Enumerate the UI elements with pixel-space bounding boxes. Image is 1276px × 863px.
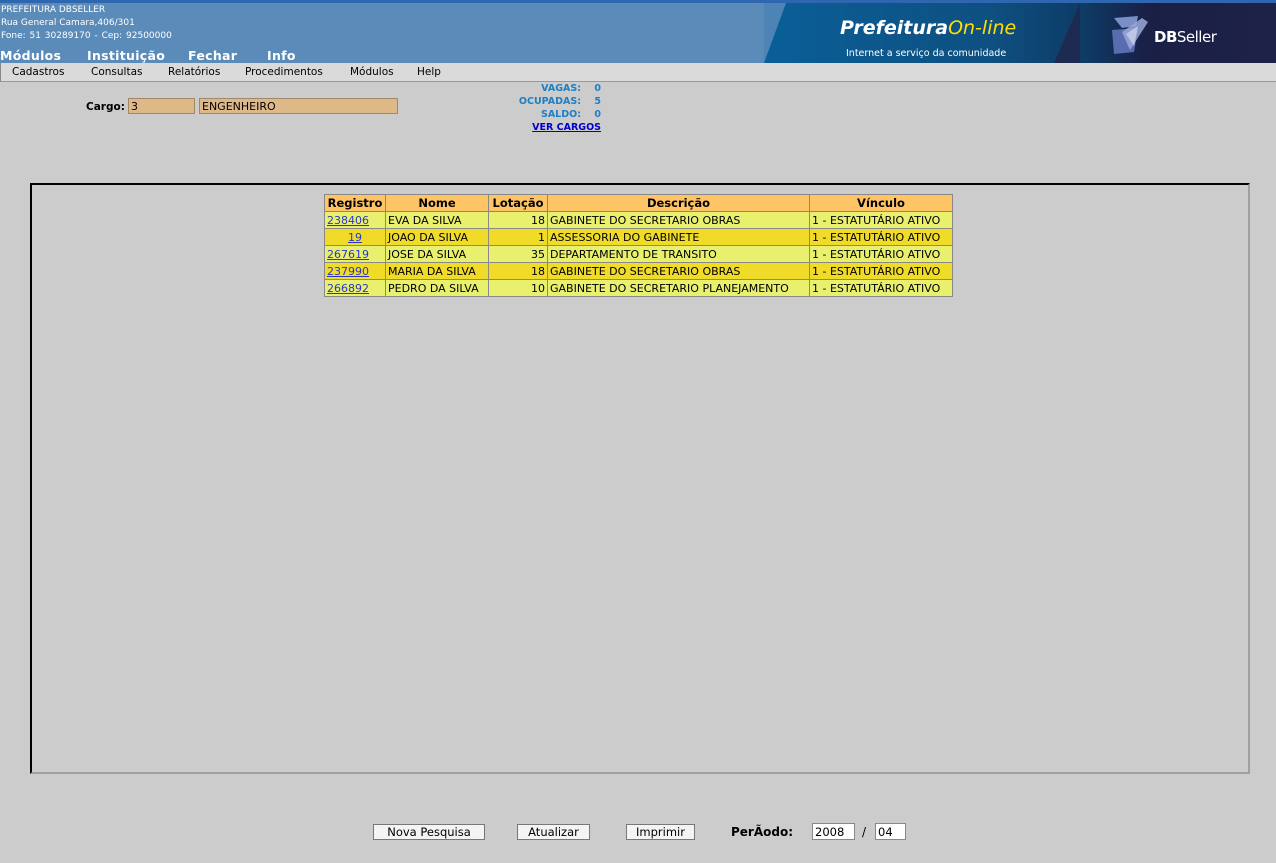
imprimir-button[interactable]: Imprimir bbox=[626, 824, 695, 840]
vinculo-cell: 1 - ESTATUTÁRIO ATIVO bbox=[809, 262, 953, 280]
registro-link[interactable]: 19 bbox=[348, 231, 362, 244]
app-header: PREFEITURA DBSELLER Rua General Camara,4… bbox=[0, 0, 1276, 63]
dbseller-mark-icon bbox=[1112, 16, 1148, 54]
registro-link[interactable]: 238406 bbox=[327, 214, 369, 227]
nome-cell: PEDRO DA SILVA bbox=[385, 279, 489, 297]
cargo-code-input[interactable] bbox=[128, 98, 195, 114]
column-header-descricao: Descrição bbox=[547, 194, 810, 212]
descricao-cell: DEPARTAMENTO DE TRANSITO bbox=[547, 245, 810, 263]
menu-modulos[interactable]: Módulos bbox=[350, 66, 394, 78]
periodo-ano-input[interactable] bbox=[812, 823, 855, 840]
table-row: 267619 JOSE DA SILVA 35 DEPARTAMENTO DE … bbox=[324, 245, 953, 263]
atualizar-button[interactable]: Atualizar bbox=[517, 824, 590, 840]
column-header-nome: Nome bbox=[385, 194, 489, 212]
registro-link[interactable]: 267619 bbox=[327, 248, 369, 261]
menu-consultas[interactable]: Consultas bbox=[91, 66, 142, 78]
nome-cell: EVA DA SILVA bbox=[385, 211, 489, 229]
vinculo-cell: 1 - ESTATUTÁRIO ATIVO bbox=[809, 228, 953, 246]
periodo-mes-input[interactable] bbox=[875, 823, 906, 840]
org-info: PREFEITURA DBSELLER Rua General Camara,4… bbox=[1, 4, 172, 43]
registro-link[interactable]: 237990 bbox=[327, 265, 369, 278]
cargo-label: Cargo: bbox=[86, 101, 125, 113]
descricao-cell: GABINETE DO SECRETARIO OBRAS bbox=[547, 262, 810, 280]
lotacao-cell: 1 bbox=[488, 228, 548, 246]
ocupadas-value: 5 bbox=[594, 96, 601, 107]
descricao-cell: GABINETE DO SECRETARIO PLANEJAMENTO bbox=[547, 279, 810, 297]
ver-cargos-link[interactable]: VER CARGOS bbox=[532, 122, 601, 133]
registro-link[interactable]: 266892 bbox=[327, 282, 369, 295]
org-phone: Fone: 51 30289170 - Cep: 92500000 bbox=[1, 31, 172, 41]
cargo-description-input[interactable] bbox=[199, 98, 398, 114]
table-row: 237990 MARIA DA SILVA 18 GABINETE DO SEC… bbox=[324, 262, 953, 280]
stat-vagas: VAGAS: 0 bbox=[541, 83, 601, 94]
stat-saldo: SALDO: 0 bbox=[540, 109, 601, 120]
column-header-vinculo: Vínculo bbox=[809, 194, 953, 212]
lotacao-cell: 35 bbox=[488, 245, 548, 263]
org-address: Rua General Camara,406/301 bbox=[1, 18, 135, 28]
vinculo-cell: 1 - ESTATUTÁRIO ATIVO bbox=[809, 211, 953, 229]
top-menu-fechar[interactable]: Fechar bbox=[188, 48, 237, 63]
periodo-label: PerÃodo: bbox=[731, 825, 794, 839]
nome-cell: JOAO DA SILVA bbox=[385, 228, 489, 246]
periodo-separator: / bbox=[862, 825, 867, 839]
dbseller-logo: DBSeller bbox=[1108, 12, 1238, 58]
sub-menu-bar: Cadastros Consultas Relatórios Procedime… bbox=[0, 63, 1276, 82]
table-row: 238406 EVA DA SILVA 18 GABINETE DO SECRE… bbox=[324, 211, 953, 229]
column-header-registro: Registro bbox=[324, 194, 386, 212]
nova-pesquisa-button[interactable]: Nova Pesquisa bbox=[373, 824, 485, 840]
prefeitura-online-logo: PrefeituraOn-line bbox=[840, 17, 1017, 39]
vinculo-cell: 1 - ESTATUTÁRIO ATIVO bbox=[809, 245, 953, 263]
org-name: PREFEITURA DBSELLER bbox=[1, 5, 106, 15]
nome-cell: JOSE DA SILVA bbox=[385, 245, 489, 263]
descricao-cell: ASSESSORIA DO GABINETE bbox=[547, 228, 810, 246]
table-header-row: Registro Nome Lotação Descrição Vínculo bbox=[324, 194, 953, 212]
top-menu-info[interactable]: Info bbox=[267, 48, 296, 63]
lotacao-cell: 18 bbox=[488, 262, 548, 280]
top-menu-modulos[interactable]: Módulos bbox=[0, 48, 61, 63]
menu-procedimentos[interactable]: Procedimentos bbox=[245, 66, 323, 78]
menu-relatorios[interactable]: Relatórios bbox=[168, 66, 220, 78]
results-frame: Registro Nome Lotação Descrição Vínculo … bbox=[30, 183, 1250, 774]
top-menu-instituicao[interactable]: Instituição bbox=[87, 48, 165, 63]
vinculo-cell: 1 - ESTATUTÁRIO ATIVO bbox=[809, 279, 953, 297]
column-header-lotacao: Lotação bbox=[488, 194, 548, 212]
banner-tagline: Internet a serviço da comunidade bbox=[846, 48, 1007, 59]
servidores-table: Registro Nome Lotação Descrição Vínculo … bbox=[324, 194, 953, 297]
saldo-value: 0 bbox=[594, 109, 601, 120]
menu-cadastros[interactable]: Cadastros bbox=[12, 66, 64, 78]
lotacao-cell: 18 bbox=[488, 211, 548, 229]
descricao-cell: GABINETE DO SECRETARIO OBRAS bbox=[547, 211, 810, 229]
vagas-value: 0 bbox=[594, 83, 601, 94]
menu-help[interactable]: Help bbox=[417, 66, 441, 78]
lotacao-cell: 10 bbox=[488, 279, 548, 297]
cargo-stats: VAGAS: 0 OCUPADAS: 5 SALDO: 0 VER CARGOS bbox=[500, 83, 601, 133]
prefeitura-online-banner: PrefeituraOn-line Internet a serviço da … bbox=[764, 3, 1276, 63]
table-row: 266892 PEDRO DA SILVA 10 GABINETE DO SEC… bbox=[324, 279, 953, 297]
table-row: 19 JOAO DA SILVA 1 ASSESSORIA DO GABINET… bbox=[324, 228, 953, 246]
stat-ocupadas: OCUPADAS: 5 bbox=[518, 96, 601, 107]
nome-cell: MARIA DA SILVA bbox=[385, 262, 489, 280]
